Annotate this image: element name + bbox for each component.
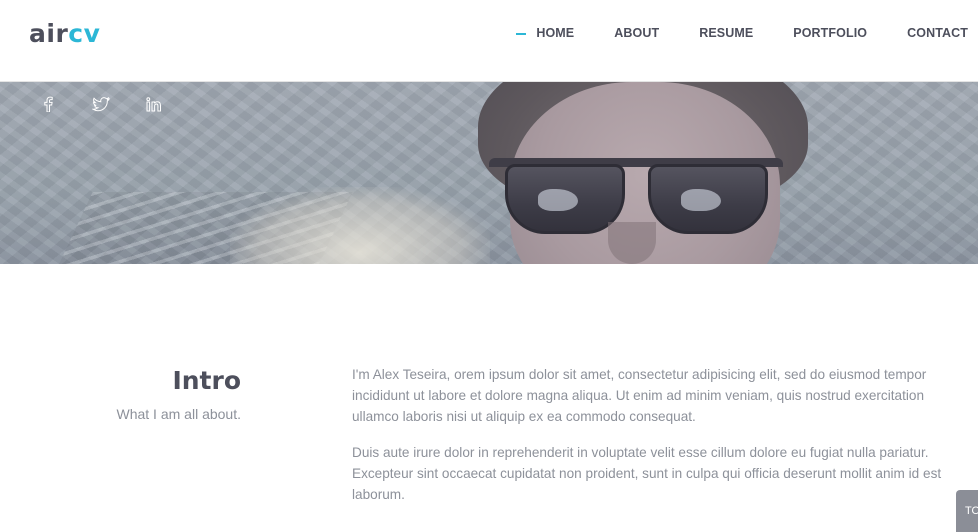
nav-item-contact[interactable]: CONTACT <box>907 26 968 40</box>
intro-paragraph: I'm Alex Teseira, orem ipsum dolor sit a… <box>352 367 927 424</box>
linkedin-icon[interactable] <box>136 94 172 114</box>
site-header: aircv HOME ABOUT RESUME PORTFOLIO CONTAC… <box>0 0 978 82</box>
site-logo[interactable]: aircv <box>29 19 100 49</box>
nav-item-about[interactable]: ABOUT <box>614 26 659 40</box>
nav-item-home[interactable]: HOME <box>516 26 574 40</box>
nav-item-resume[interactable]: RESUME <box>699 26 753 40</box>
hero-left-lens <box>505 164 625 234</box>
logo-text-air: air <box>29 19 69 48</box>
intro-title: Intro <box>172 366 241 395</box>
hero-light-patch <box>230 187 490 264</box>
back-to-top-button[interactable]: TO <box>956 490 978 532</box>
facebook-icon[interactable] <box>30 94 66 114</box>
logo-text-cv: cv <box>68 19 101 48</box>
social-links <box>30 94 189 114</box>
hero-right-lens <box>648 164 768 234</box>
intro-subtitle: What I am all about. <box>116 406 241 422</box>
intro-text: I'm Alex Teseira, orem ipsum dolor sit a… <box>352 364 972 520</box>
intro-paragraph: Duis aute irure dolor in reprehenderit i… <box>352 445 942 502</box>
nav-item-portfolio[interactable]: PORTFOLIO <box>793 26 867 40</box>
main-nav: HOME ABOUT RESUME PORTFOLIO CONTACT <box>496 24 968 42</box>
twitter-icon[interactable] <box>83 94 119 114</box>
